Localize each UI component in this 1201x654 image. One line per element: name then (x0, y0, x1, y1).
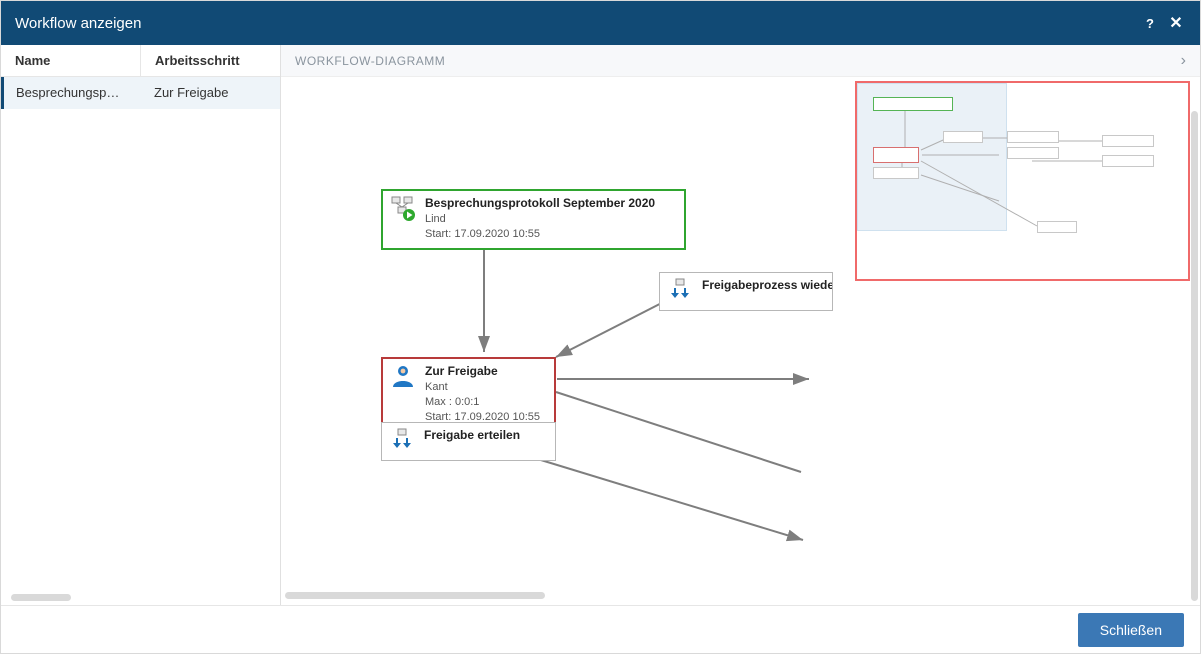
column-name-header[interactable]: Name (1, 45, 140, 76)
node-started: Start: 17.09.2020 10:55 (425, 411, 540, 423)
user-icon (391, 364, 415, 390)
distribution-icon (390, 428, 414, 454)
node-user: Kant (425, 381, 448, 393)
workflow-dialog: Workflow anzeigen ? ✕ Name Arbeitsschrit… (0, 0, 1201, 654)
minimap-node (1007, 131, 1059, 143)
workflow-start-icon (391, 196, 415, 222)
distribution-icon (668, 278, 692, 304)
minimap-node (943, 131, 983, 143)
chevron-right-icon[interactable]: › (1181, 52, 1186, 70)
minimap-node (1102, 155, 1154, 167)
minimap-node (1102, 135, 1154, 147)
workflow-node-repeat[interactable]: Freigabeprozess wiederholen (659, 272, 833, 311)
sidebar-scroll (1, 590, 280, 605)
diagram-container[interactable]: Besprechungsprotokoll September 2020 Lin… (281, 77, 1200, 605)
minimap-node (873, 97, 953, 111)
close-icon[interactable]: ✕ (1166, 13, 1186, 33)
help-icon[interactable]: ? (1140, 16, 1160, 31)
close-button[interactable]: Schließen (1078, 613, 1184, 647)
node-title: Freigabe erteilen (424, 428, 520, 442)
main-area: WORKFLOW-DIAGRAMM › (281, 45, 1200, 605)
node-title: Zur Freigabe (425, 364, 540, 378)
node-title: Freigabeprozess wiederholen (702, 278, 833, 292)
minimap-node (1007, 147, 1059, 159)
horizontal-scrollbar[interactable] (11, 594, 71, 601)
minimap-edges (857, 83, 1188, 279)
dialog-body: Name Arbeitsschritt Besprechungsp… Zur F… (1, 45, 1200, 605)
column-headers: Name Arbeitsschritt (1, 45, 280, 77)
footer: Schließen (1, 605, 1200, 653)
section-title: WORKFLOW-DIAGRAMM (295, 54, 1181, 68)
dialog-title: Workflow anzeigen (15, 15, 1140, 32)
node-max: Max : 0:0:1 (425, 396, 479, 408)
workflow-node-start[interactable]: Besprechungsprotokoll September 2020 Lin… (381, 189, 686, 250)
section-header: WORKFLOW-DIAGRAMM › (281, 45, 1200, 77)
vertical-scrollbar[interactable] (1191, 111, 1198, 601)
minimap-node (873, 147, 919, 163)
list-item-step: Zur Freigabe (142, 77, 280, 109)
list-item[interactable]: Besprechungsp… Zur Freigabe (1, 77, 280, 109)
node-user: Lind (425, 213, 446, 225)
minimap-node (1037, 221, 1077, 233)
horizontal-scrollbar[interactable] (285, 592, 545, 599)
titlebar: Workflow anzeigen ? ✕ (1, 1, 1200, 45)
node-title: Besprechungsprotokoll September 2020 (425, 196, 655, 210)
minimap[interactable] (855, 81, 1190, 281)
sidebar: Name Arbeitsschritt Besprechungsp… Zur F… (1, 45, 281, 605)
list-item-name: Besprechungsp… (4, 77, 142, 109)
minimap-node (873, 167, 919, 179)
node-started: Start: 17.09.2020 10:55 (425, 228, 540, 240)
column-step-header[interactable]: Arbeitsschritt (140, 45, 280, 76)
workflow-node-approve[interactable]: Freigabe erteilen (381, 422, 556, 461)
